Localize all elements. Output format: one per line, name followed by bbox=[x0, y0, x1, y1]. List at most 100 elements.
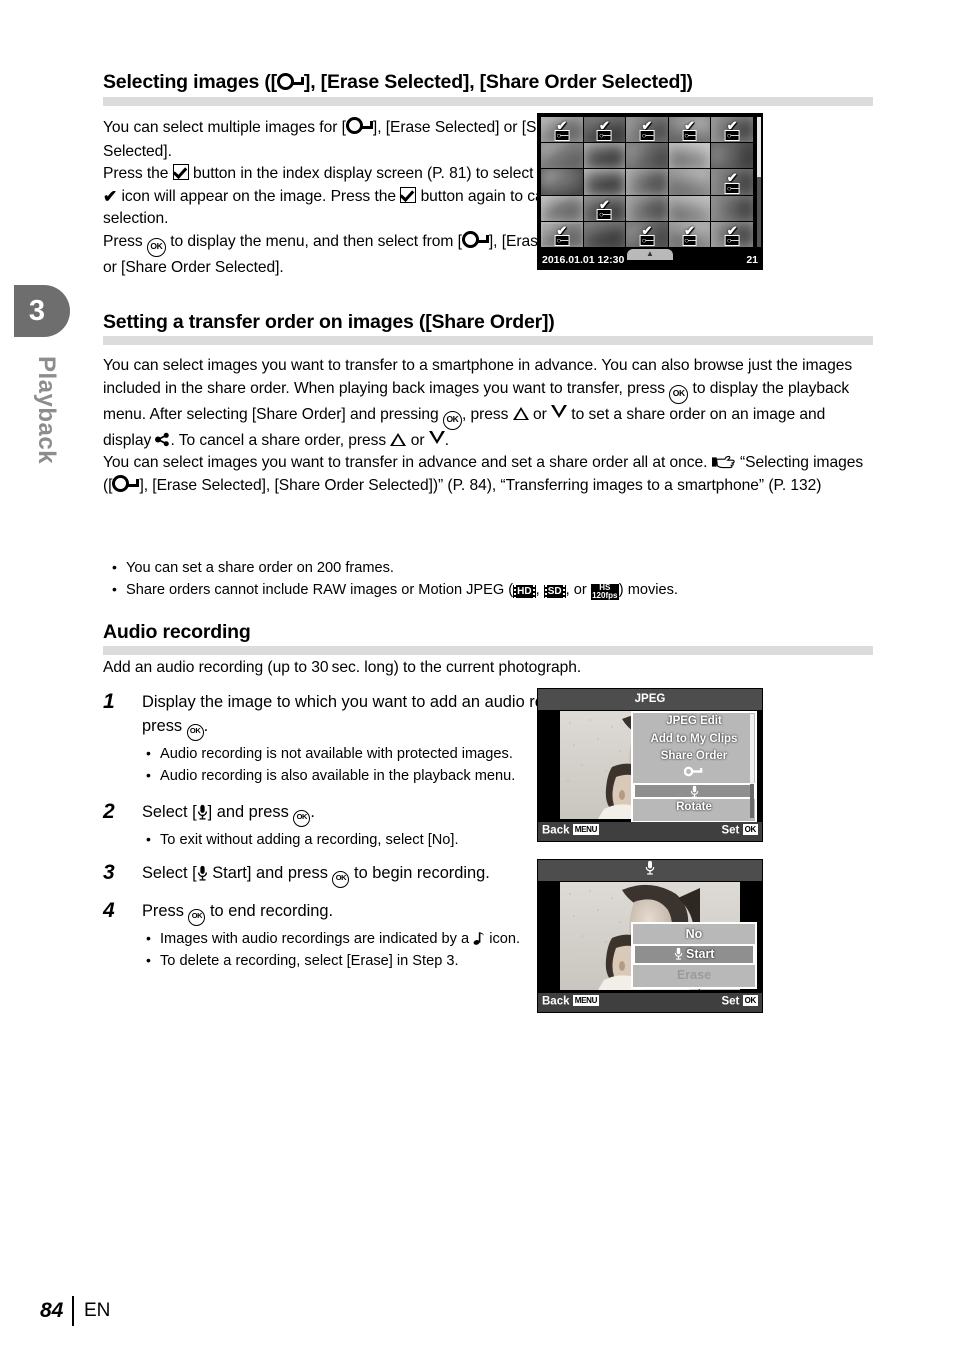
index-thumbnail[interactable]: ✔ ○— bbox=[626, 117, 668, 143]
index-thumbnail[interactable]: ✔ ○— bbox=[583, 117, 626, 143]
index-thumbnail[interactable] bbox=[583, 169, 626, 195]
thumbnail-image bbox=[583, 221, 626, 247]
index-thumbnail[interactable] bbox=[626, 143, 668, 169]
menu-item-jpeg-edit[interactable]: JPEG Edit bbox=[633, 713, 755, 731]
index-thumbnail[interactable]: ✔ ○— bbox=[711, 169, 753, 195]
index-thumbnail[interactable] bbox=[541, 143, 583, 169]
para-text: . bbox=[444, 431, 450, 449]
index-thumbnail[interactable] bbox=[668, 143, 711, 169]
thumbnail-image bbox=[541, 143, 583, 169]
section-heading-selecting-images: Selecting images ([], [Erase Selected], … bbox=[103, 71, 873, 106]
key-icon bbox=[276, 73, 304, 94]
key-icon: ○— bbox=[682, 130, 698, 142]
up-arrow-icon bbox=[390, 432, 407, 446]
ok-button-icon: OK bbox=[669, 384, 689, 404]
chapter-number: 3 bbox=[28, 294, 46, 327]
pointing-hand-icon bbox=[711, 456, 735, 469]
footer-language: EN bbox=[83, 1300, 111, 1321]
key-icon: ○— bbox=[724, 182, 740, 194]
index-thumbnail[interactable] bbox=[541, 195, 583, 221]
mic-icon bbox=[197, 865, 207, 881]
screen-title: JPEG bbox=[538, 689, 762, 710]
ok-button-icon: OK bbox=[146, 237, 166, 257]
set-control[interactable]: Set OK bbox=[721, 824, 758, 837]
thumbnail-image bbox=[711, 143, 753, 169]
index-thumbnail[interactable] bbox=[626, 195, 668, 221]
section-heading-audio-recording: Audio recording bbox=[103, 621, 873, 656]
ok-button-icon: OK bbox=[332, 871, 350, 888]
step-number: 4 bbox=[103, 899, 115, 922]
ok-button-icon: OK bbox=[188, 909, 206, 926]
page-footer: 84 EN bbox=[40, 1294, 110, 1328]
key-icon: ○— bbox=[554, 235, 570, 246]
menu-item-no[interactable]: No bbox=[633, 924, 755, 944]
note-text: ) movies. bbox=[618, 582, 678, 598]
ok-button-icon: OK bbox=[186, 724, 204, 741]
index-thumbnail[interactable] bbox=[626, 169, 668, 195]
chapter-label: Playback bbox=[33, 355, 60, 465]
menu-item-rotate[interactable]: Rotate bbox=[633, 799, 755, 817]
thumbnail-image bbox=[626, 195, 668, 221]
menu-item-key[interactable] bbox=[633, 766, 755, 784]
key-icon: ○— bbox=[724, 130, 740, 142]
thumbnail-image bbox=[626, 143, 668, 169]
menu-item-add-to-my-clips[interactable]: Add to My Clips bbox=[633, 731, 755, 749]
index-thumbnail[interactable] bbox=[583, 221, 626, 247]
key-icon: ○— bbox=[596, 208, 612, 220]
index-tab-handle[interactable]: ▲ bbox=[627, 249, 673, 260]
back-control[interactable]: Back MENU bbox=[542, 995, 600, 1008]
key-icon: ○— bbox=[639, 235, 655, 246]
chapter-tab: 3 bbox=[14, 285, 70, 337]
index-frame-number: 21 bbox=[746, 254, 758, 266]
menu-scrollbar[interactable] bbox=[750, 714, 754, 818]
thumbnail-image bbox=[668, 143, 711, 169]
key-icon: ○— bbox=[554, 130, 570, 142]
set-control[interactable]: Set OK bbox=[721, 995, 758, 1008]
index-thumbnail[interactable]: ✔ ○— bbox=[711, 117, 753, 143]
menu-item-start[interactable]: Start bbox=[633, 944, 755, 965]
index-thumbnail[interactable]: ✔ ○— bbox=[668, 117, 711, 143]
thumbnail-image bbox=[583, 143, 626, 169]
check-icon: ✔ bbox=[103, 186, 118, 206]
audio-recording-menu-screenshot: No Start Erase Back MENU Set OK bbox=[537, 859, 763, 1013]
para-text: ], [Erase Selected], [Share Order Select… bbox=[139, 476, 822, 494]
index-thumbnail[interactable] bbox=[583, 143, 626, 169]
mic-icon bbox=[690, 785, 698, 798]
playback-menu: JPEG Edit Add to My Clips Share Order Rotat… bbox=[631, 711, 757, 823]
para-text: Press the bbox=[103, 165, 173, 183]
para-text: or bbox=[528, 405, 552, 423]
index-thumbnail[interactable] bbox=[668, 195, 711, 221]
index-thumbnail[interactable]: ✔ ○— bbox=[711, 221, 753, 247]
screen-bottom-bar: Back MENU Set OK bbox=[538, 822, 762, 841]
back-control[interactable]: Back MENU bbox=[542, 824, 600, 837]
menu-key-badge: MENU bbox=[572, 995, 600, 1006]
index-thumbnail[interactable] bbox=[668, 169, 711, 195]
jpeg-playback-menu-screenshot: JPEG JPEG Edit Add to My Clips Share Ord… bbox=[537, 688, 763, 842]
thumbnail-image bbox=[541, 169, 583, 195]
index-scrollbar[interactable] bbox=[757, 117, 761, 247]
key-icon: ○— bbox=[724, 235, 740, 246]
index-thumbnail[interactable] bbox=[711, 195, 753, 221]
para-text: , press bbox=[461, 405, 513, 423]
para-text: You can select images you want to transf… bbox=[103, 454, 712, 472]
ok-button-icon: OK bbox=[442, 410, 462, 430]
thumbnail-image bbox=[541, 195, 583, 221]
para-text: icon will appear on the image. Press the bbox=[117, 187, 401, 205]
screen-title bbox=[538, 860, 762, 881]
index-thumbnail[interactable] bbox=[541, 169, 583, 195]
menu-item-share-order[interactable]: Share Order bbox=[633, 748, 755, 766]
para-text: . To cancel a share order, press bbox=[170, 431, 391, 449]
menu-item-mic[interactable] bbox=[633, 783, 755, 799]
index-thumbnail[interactable] bbox=[711, 143, 753, 169]
share-icon bbox=[155, 432, 170, 446]
index-thumbnail[interactable]: ✔ ○— bbox=[541, 221, 583, 247]
index-thumbnail[interactable]: ✔ ○— bbox=[668, 221, 711, 247]
note-text: , or bbox=[565, 582, 591, 598]
index-thumbnail[interactable]: ✔ ○— bbox=[583, 195, 626, 221]
index-thumbnail[interactable]: ✔ ○— bbox=[626, 221, 668, 247]
index-date: 2016.01.01 12:30 bbox=[542, 254, 625, 266]
key-icon bbox=[683, 766, 703, 776]
para-text: or bbox=[406, 431, 429, 449]
hs-120fps-movie-icon: HS 120fps bbox=[590, 583, 619, 600]
index-thumbnail[interactable]: ✔ ○— bbox=[541, 117, 583, 143]
